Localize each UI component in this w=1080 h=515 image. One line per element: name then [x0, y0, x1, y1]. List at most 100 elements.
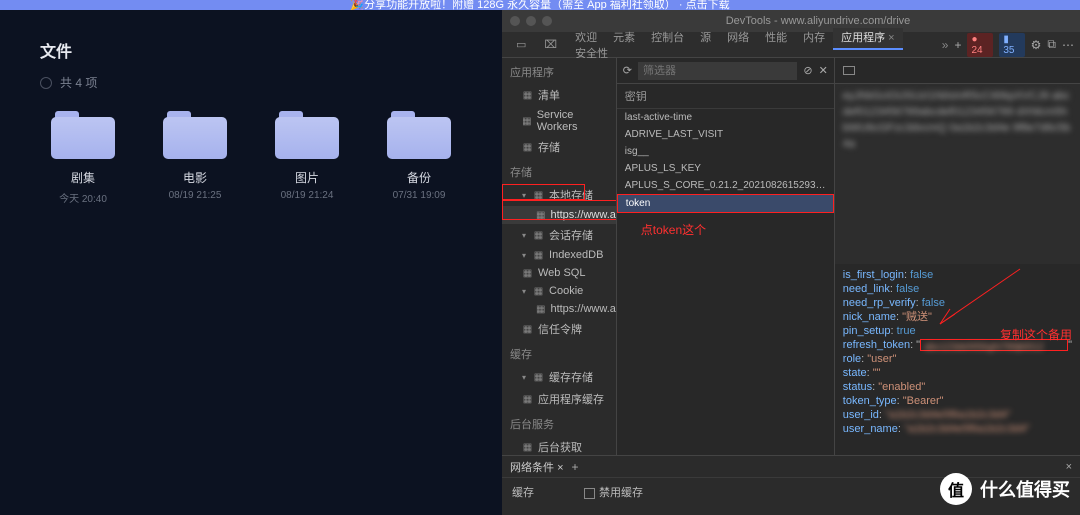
promo-banner[interactable]: 🎉分享功能开放啦！附赠 128G 永久容量（需至 App 福利社领取） · 点击…: [0, 0, 1080, 10]
db-icon: ▦: [533, 372, 544, 383]
select-all-radio[interactable]: [40, 77, 52, 89]
folder-item[interactable]: 电影 08/19 21:25: [158, 111, 232, 205]
gear-icon: ▦: [522, 116, 532, 127]
json-property-row[interactable]: is_first_login: false: [843, 268, 1072, 282]
inspect-icon[interactable]: ▭: [508, 34, 534, 55]
add-tab-icon[interactable]: +: [954, 38, 961, 52]
expand-icon[interactable]: ▾: [522, 373, 526, 382]
storage-key-row[interactable]: ADRIVE_LAST_VISIT: [617, 126, 834, 143]
json-property-row[interactable]: status: "enabled": [843, 380, 1072, 394]
json-property-row[interactable]: role: "user": [843, 352, 1072, 366]
sidebar-item[interactable]: ▦https://www.aliyundrive.: [502, 206, 616, 224]
checkbox-icon[interactable]: [584, 488, 595, 499]
sidebar-item[interactable]: ▦后台获取: [502, 436, 616, 455]
folder-item[interactable]: 图片 08/19 21:24: [270, 111, 344, 205]
devtools-tab[interactable]: 内存: [795, 28, 833, 48]
expand-icon[interactable]: ▾: [522, 191, 526, 200]
info-badge[interactable]: ▮ 35: [999, 33, 1024, 57]
sidebar-item-label: IndexedDB: [549, 249, 603, 261]
storage-key-row[interactable]: APLUS_S_CORE_0.21.2_20210826152937_21b96…: [617, 177, 834, 194]
storage-key-row[interactable]: last-active-time: [617, 109, 834, 126]
folder-date: 08/19 21:24: [281, 190, 334, 201]
storage-keys-panel: ⟳ ⊘ ✕ 密钥 last-active-timeADRIVE_LAST_VIS…: [617, 58, 835, 455]
disable-cache-checkbox[interactable]: 禁用缓存: [584, 484, 643, 500]
sidebar-item[interactable]: ▾▦本地存储: [502, 184, 616, 206]
devtools-tabs: ▭ ⌧ 欢迎元素控制台源网络性能内存应用程序×安全性 » + ● 24 ▮ 35…: [502, 32, 1080, 58]
devtools-tab[interactable]: 源: [692, 28, 719, 48]
value-preview-blurred: eyJhbGciOiJSUzI1NiIsInR5cCI6IkpXVCJ9 abc…: [835, 84, 1080, 264]
grid-icon: ▦: [533, 190, 544, 201]
json-property-row[interactable]: state: "": [843, 366, 1072, 380]
sidebar-item[interactable]: ▾▦缓存存储: [502, 366, 616, 388]
storage-key-row[interactable]: isg__: [617, 143, 834, 160]
item-count: 共 4 项: [60, 74, 97, 91]
sidebar-item[interactable]: ▦应用程序缓存: [502, 388, 616, 410]
value-column-header: [835, 58, 1080, 84]
folder-item[interactable]: 备份 07/31 19:09: [382, 111, 456, 205]
folder-item[interactable]: 剧集 今天 20:40: [46, 111, 120, 205]
sidebar-item[interactable]: ▦https://www.aliyundrive.: [502, 300, 616, 318]
json-property-row[interactable]: need_link: false: [843, 282, 1072, 296]
dock-icon[interactable]: ⧉: [1047, 37, 1056, 52]
json-value-viewer[interactable]: is_first_login: falseneed_link: falsenee…: [835, 264, 1080, 455]
block-icon[interactable]: ⊘: [803, 64, 812, 77]
sidebar-section-heading: 存储: [502, 158, 616, 184]
drawer-tab-network-conditions[interactable]: 网络条件 ×: [510, 459, 564, 475]
db-icon: ▦: [522, 324, 533, 335]
error-badge[interactable]: ● 24: [967, 33, 993, 57]
expand-icon[interactable]: ▾: [522, 287, 526, 296]
expand-icon[interactable]: ▾: [522, 251, 526, 260]
json-property-row[interactable]: user_id: "a1b2c3d4e5f6a1b2c3d4": [843, 408, 1072, 422]
close-dot[interactable]: [510, 16, 520, 26]
drawer-close-icon[interactable]: ×: [1066, 461, 1072, 473]
sidebar-item-label: Service Workers: [537, 109, 608, 133]
sidebar-item-label: Cookie: [549, 285, 583, 297]
clear-icon[interactable]: ✕: [819, 64, 828, 77]
window-controls[interactable]: [510, 16, 552, 26]
sidebar-item[interactable]: ▾▦IndexedDB: [502, 246, 616, 264]
kebab-icon[interactable]: ⋯: [1062, 38, 1074, 52]
devtools-tab[interactable]: 应用程序×: [833, 28, 902, 50]
expand-icon[interactable]: ▾: [522, 231, 526, 240]
sidebar-item-label: 会话存储: [549, 227, 593, 243]
devtools-tab[interactable]: 性能: [757, 28, 795, 48]
json-property-row[interactable]: user_name: "a1b2c3d4e5f6a1b2c3d4": [843, 422, 1072, 436]
json-property-row[interactable]: nick_name: "贼送": [843, 310, 1072, 324]
reload-icon[interactable]: ⟳: [623, 64, 632, 77]
storage-toolbar: ⟳ ⊘ ✕: [617, 58, 834, 84]
value-icon: [843, 66, 855, 75]
globe-icon: ▦: [536, 304, 545, 315]
filter-input[interactable]: [638, 62, 797, 80]
item-count-row: 共 4 项: [0, 74, 502, 111]
watermark: 值 什么值得买: [940, 473, 1070, 505]
gear-icon[interactable]: ⚙: [1031, 38, 1042, 52]
json-property-row[interactable]: token_type: "Bearer": [843, 394, 1072, 408]
min-dot[interactable]: [526, 16, 536, 26]
sidebar-item[interactable]: ▦Web SQL: [502, 264, 616, 282]
storage-key-row[interactable]: APLUS_LS_KEY: [617, 160, 834, 177]
sidebar-item[interactable]: ▦ Service Workers: [502, 106, 616, 136]
sidebar-item-label: 信任令牌: [538, 321, 582, 337]
device-icon[interactable]: ⌧: [536, 34, 565, 55]
sidebar-item[interactable]: ▦清单: [502, 84, 616, 106]
sidebar-section-heading: 应用程序: [502, 58, 616, 84]
sidebar-item-label: 后台获取: [538, 439, 582, 455]
sidebar-item-label: 应用程序缓存: [538, 391, 604, 407]
sidebar-item[interactable]: ▦ 信任令牌: [502, 318, 616, 340]
folder-icon: [163, 111, 227, 159]
devtools-tab[interactable]: 控制台: [643, 28, 692, 48]
sidebar-item-label: 清单: [538, 87, 560, 103]
sidebar-item[interactable]: ▾▦Cookie: [502, 282, 616, 300]
add-drawer-tab-icon[interactable]: +: [572, 460, 579, 474]
devtools-tab[interactable]: 网络: [719, 28, 757, 48]
folder-date: 今天 20:40: [59, 190, 107, 205]
json-property-row[interactable]: need_rp_verify: false: [843, 296, 1072, 310]
sidebar-item[interactable]: ▦存储: [502, 136, 616, 158]
sidebar-item[interactable]: ▾▦会话存储: [502, 224, 616, 246]
close-icon[interactable]: ×: [557, 462, 563, 474]
close-icon[interactable]: ×: [888, 32, 894, 44]
max-dot[interactable]: [542, 16, 552, 26]
storage-key-row[interactable]: token: [617, 194, 834, 213]
chevron-icon[interactable]: »: [942, 38, 949, 52]
key-column-header: 密钥: [617, 84, 834, 109]
